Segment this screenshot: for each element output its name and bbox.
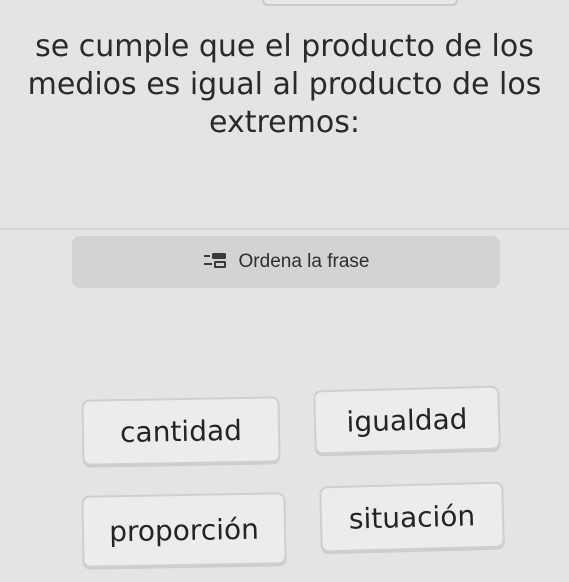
progress-bar [262,0,458,6]
word-tile-cantidad[interactable]: cantidad [81,396,281,466]
instruction-banner: Ordena la frase [72,236,500,288]
question-text: se cumple que el producto de los medios … [27,29,542,140]
divider [0,228,569,230]
instruction-label: Ordena la frase [238,251,370,272]
word-tile-situacion[interactable]: situación [319,481,505,553]
reorder-words-icon [203,251,229,273]
word-tile-proporcion[interactable]: proporción [81,492,287,568]
word-tile-igualdad[interactable]: igualdad [313,385,501,455]
